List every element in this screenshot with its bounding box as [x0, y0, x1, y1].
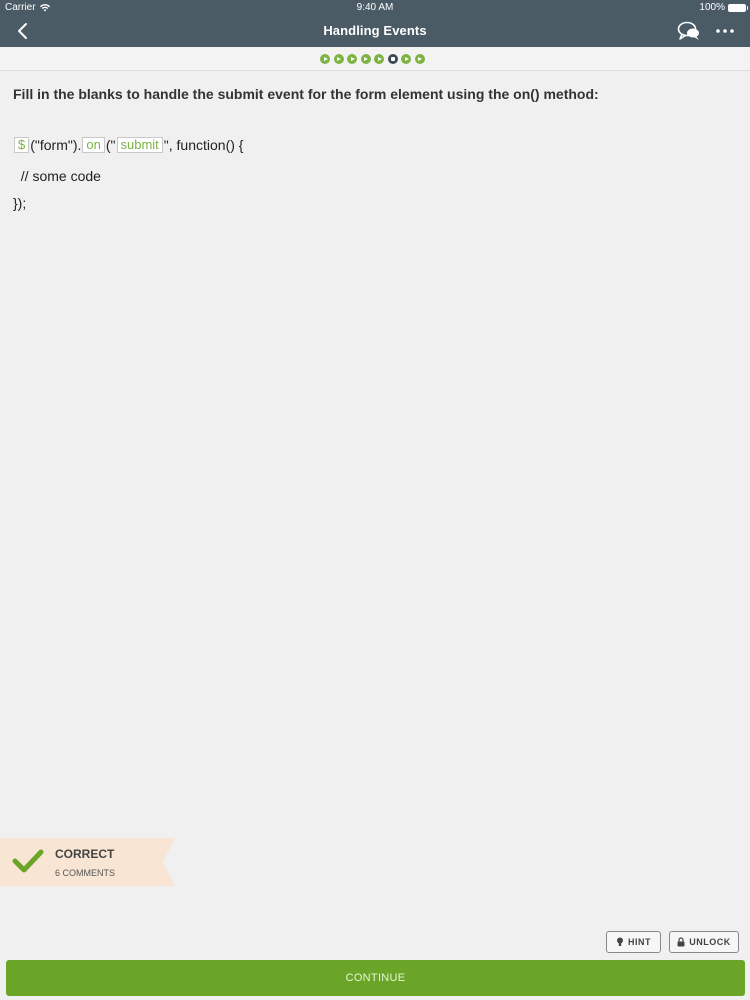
- blank-dollar[interactable]: $: [14, 137, 30, 153]
- battery-icon: [728, 3, 748, 12]
- lock-icon: [677, 937, 685, 947]
- progress-dot-current[interactable]: [387, 54, 398, 64]
- more-dots-icon: [716, 29, 734, 33]
- code-line-3: });: [13, 195, 27, 211]
- code-line-2: // some code: [13, 168, 101, 184]
- code-text: ", function() {: [163, 137, 244, 153]
- comments-button[interactable]: [676, 19, 702, 43]
- question-text: Fill in the blanks to handle the submit …: [13, 86, 599, 102]
- header-bar: Carrier 9:40 AM 100% Handling Events: [0, 0, 750, 47]
- progress-dot[interactable]: [414, 54, 425, 64]
- status-time: 9:40 AM: [356, 2, 394, 13]
- progress-dot[interactable]: [333, 54, 344, 64]
- check-icon: [12, 849, 44, 873]
- progress-dot[interactable]: [374, 54, 384, 64]
- unlock-label: UNLOCK: [689, 937, 731, 947]
- hint-label: HINT: [628, 937, 651, 947]
- progress-dots: [320, 54, 425, 64]
- code-text: (": [105, 137, 116, 153]
- more-button[interactable]: [712, 19, 738, 43]
- lesson-progress: [0, 47, 750, 71]
- lightbulb-icon: [617, 937, 623, 946]
- progress-dot[interactable]: [320, 54, 330, 64]
- comments-count[interactable]: 6 COMMENTS: [55, 868, 115, 878]
- blank-on[interactable]: on: [82, 137, 105, 153]
- hint-button[interactable]: HINT: [606, 931, 661, 953]
- result-title: CORRECT: [55, 847, 115, 861]
- code-line-1: $ ("form"). on (" submit ", function() {: [13, 137, 243, 153]
- code-text: ("form").: [30, 137, 82, 153]
- battery-percent: 100%: [699, 2, 725, 13]
- blank-submit[interactable]: submit: [116, 137, 163, 153]
- chat-bubbles-icon: [677, 21, 699, 40]
- progress-dot[interactable]: [347, 54, 357, 64]
- page-title: Handling Events: [323, 23, 427, 38]
- result-banner[interactable]: CORRECT 6 COMMENTS: [0, 838, 175, 886]
- nav-bar: Handling Events: [0, 15, 750, 47]
- progress-dot[interactable]: [360, 54, 371, 64]
- progress-dot[interactable]: [401, 54, 411, 64]
- unlock-button[interactable]: UNLOCK: [669, 931, 739, 953]
- continue-button[interactable]: CONTINUE: [6, 960, 745, 996]
- status-battery: 100%: [699, 2, 748, 13]
- status-bar: Carrier 9:40 AM 100%: [0, 0, 750, 15]
